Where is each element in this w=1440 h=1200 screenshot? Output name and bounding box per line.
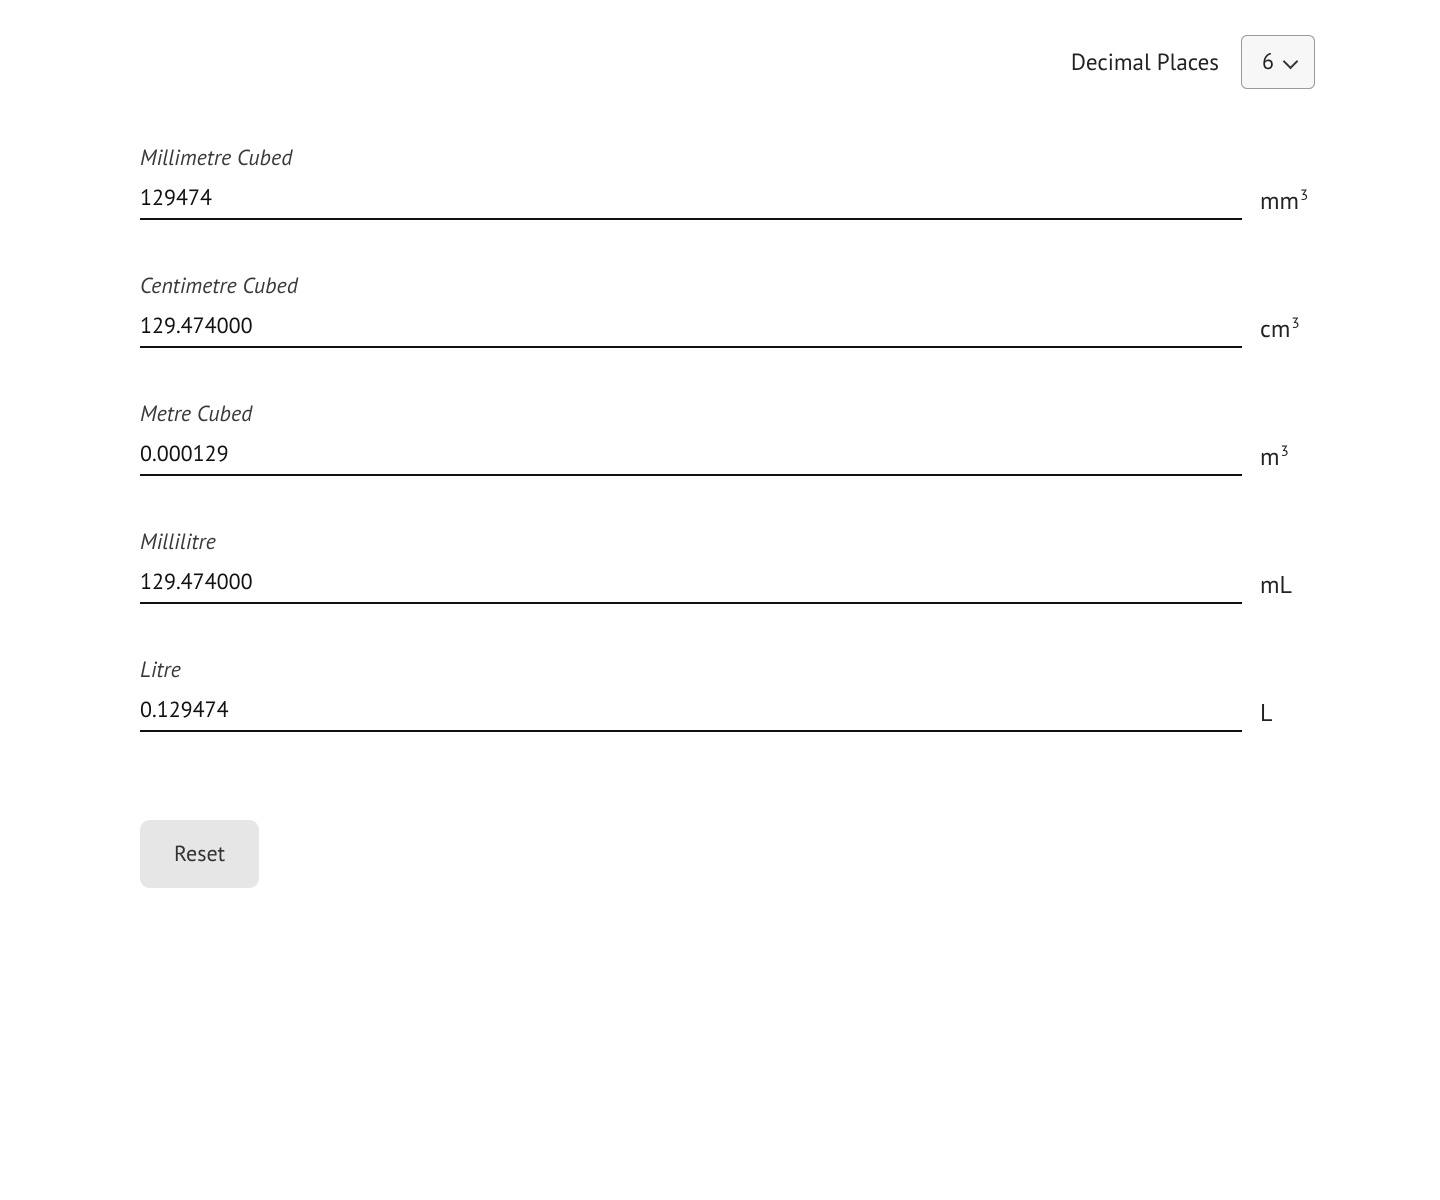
field-main: Litre — [140, 656, 1242, 732]
field-main: Centimetre Cubed — [140, 272, 1242, 348]
field-input-litre[interactable] — [140, 694, 1242, 732]
field-label-millimetre-cubed: Millimetre Cubed — [140, 144, 1242, 172]
unit-millimetre-cubed: mm3 — [1260, 185, 1320, 220]
conversion-fields: Millimetre Cubed mm3 Centimetre Cubed cm… — [140, 144, 1320, 732]
reset-button[interactable]: Reset — [140, 820, 259, 888]
chevron-down-icon — [1284, 55, 1298, 69]
field-row-centimetre-cubed: Centimetre Cubed cm3 — [140, 272, 1320, 348]
unit-centimetre-cubed: cm3 — [1260, 313, 1320, 348]
field-label-millilitre: Millilitre — [140, 528, 1242, 556]
unit-metre-cubed: m3 — [1260, 441, 1320, 476]
field-label-litre: Litre — [140, 656, 1242, 684]
decimal-places-row: Decimal Places 6 — [140, 35, 1320, 89]
field-input-millimetre-cubed[interactable] — [140, 182, 1242, 220]
field-main: Millimetre Cubed — [140, 144, 1242, 220]
field-row-litre: Litre L — [140, 656, 1320, 732]
unit-millilitre: mL — [1260, 569, 1320, 604]
field-input-millilitre[interactable] — [140, 566, 1242, 604]
field-input-metre-cubed[interactable] — [140, 438, 1242, 476]
field-row-metre-cubed: Metre Cubed m3 — [140, 400, 1320, 476]
unit-litre: L — [1260, 697, 1320, 732]
decimal-places-label: Decimal Places — [1071, 48, 1219, 77]
field-row-millilitre: Millilitre mL — [140, 528, 1320, 604]
field-label-centimetre-cubed: Centimetre Cubed — [140, 272, 1242, 300]
field-input-centimetre-cubed[interactable] — [140, 310, 1242, 348]
reset-row: Reset — [140, 820, 1320, 888]
field-main: Millilitre — [140, 528, 1242, 604]
decimal-places-select[interactable]: 6 — [1241, 35, 1315, 89]
field-row-millimetre-cubed: Millimetre Cubed mm3 — [140, 144, 1320, 220]
field-label-metre-cubed: Metre Cubed — [140, 400, 1242, 428]
decimal-places-value: 6 — [1262, 48, 1274, 76]
field-main: Metre Cubed — [140, 400, 1242, 476]
